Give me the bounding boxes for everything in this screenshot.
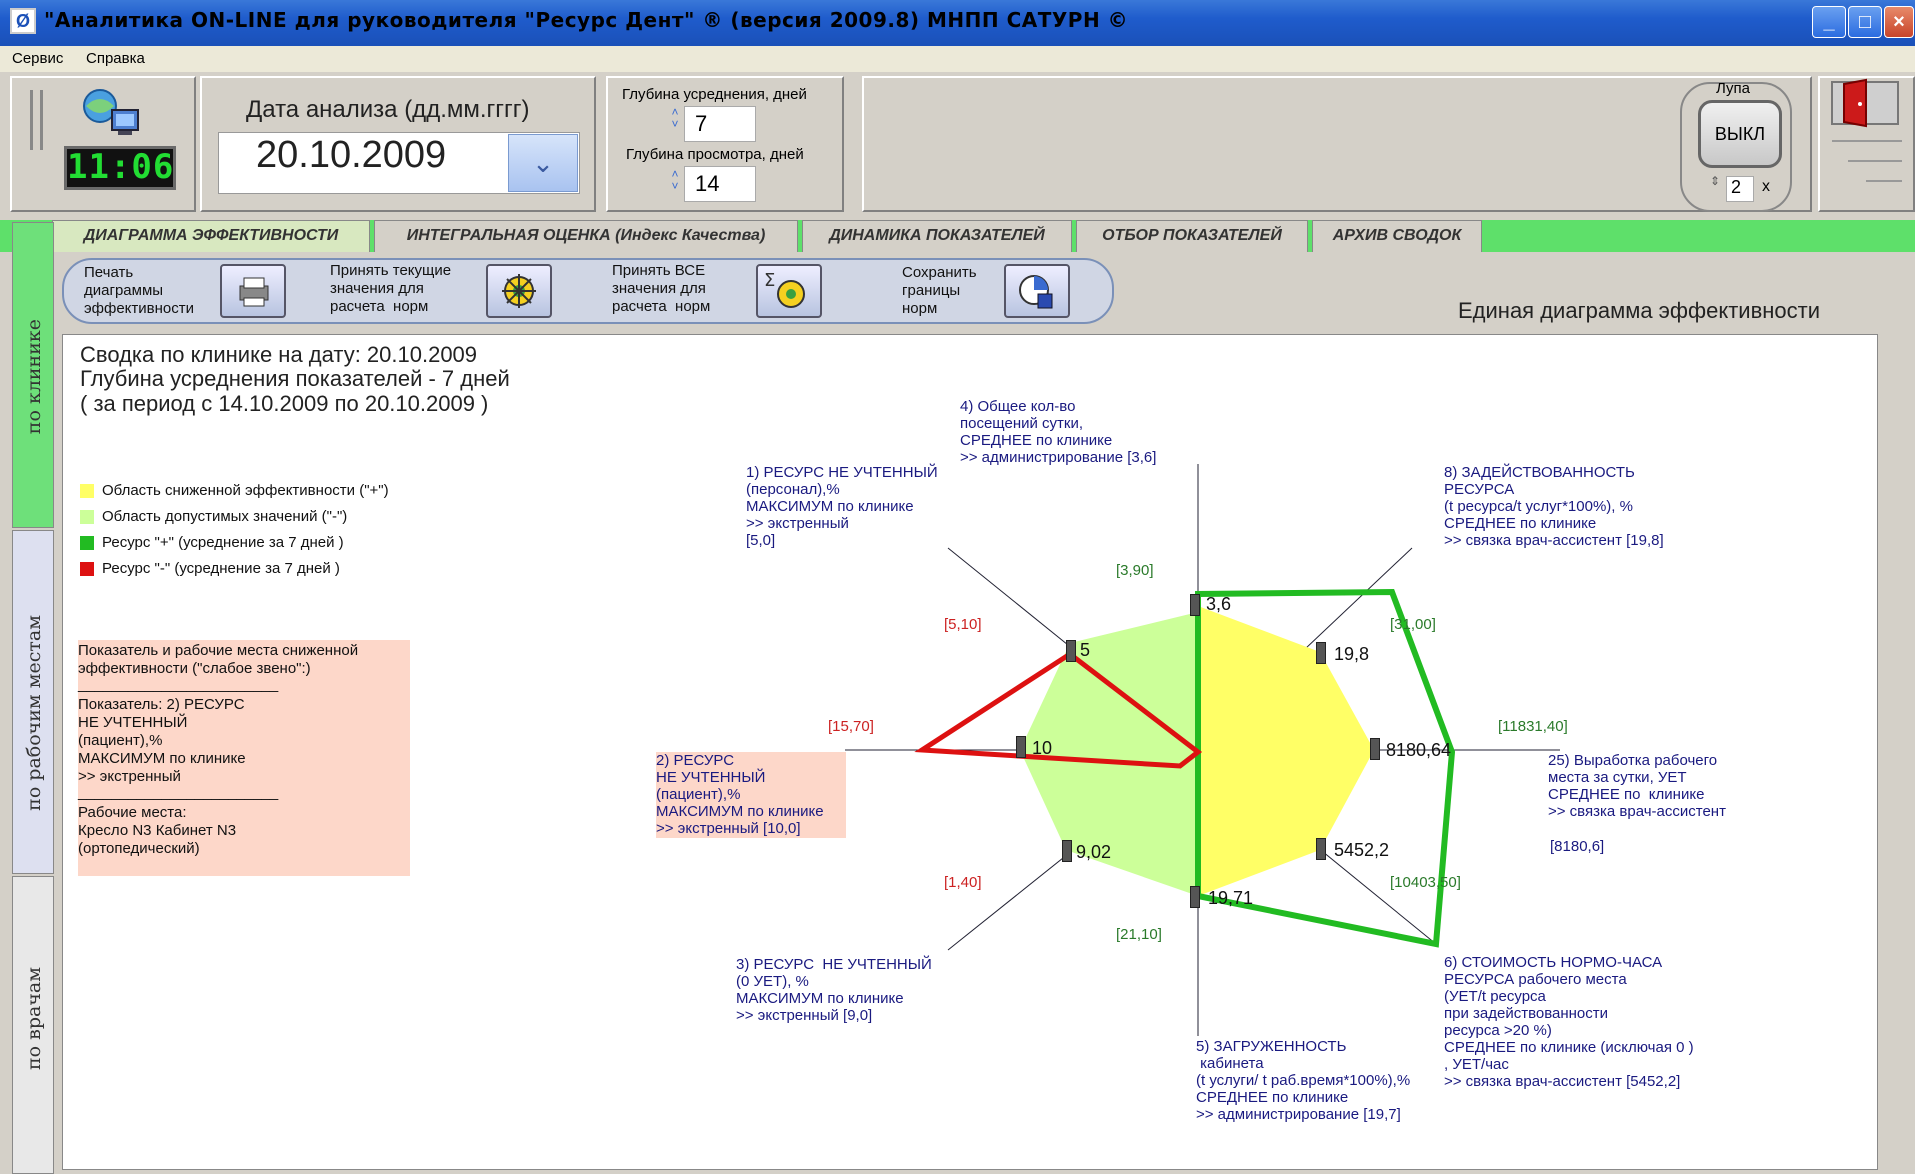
range-label: [10403,50] bbox=[1390, 874, 1461, 891]
value-label: 5452,2 bbox=[1334, 840, 1390, 860]
value-marker[interactable] bbox=[1316, 642, 1326, 664]
range-label: [3,90] bbox=[1116, 562, 1154, 579]
axis-annotation: 2) РЕСУРС НЕ УЧТЕННЫЙ (пациент),% МАКСИМ… bbox=[656, 752, 824, 837]
value-label: 19,71 bbox=[1208, 888, 1254, 908]
value-label: 5 bbox=[1080, 640, 1091, 660]
value-marker[interactable] bbox=[1370, 738, 1380, 760]
value-marker[interactable] bbox=[1066, 640, 1076, 662]
range-label: [21,10] bbox=[1116, 926, 1162, 943]
range-label: [11831,40] bbox=[1498, 718, 1568, 735]
value-label: 8180,64 bbox=[1386, 740, 1452, 760]
value-label: 9,02 bbox=[1076, 842, 1112, 862]
axis-annotation: 4) Общее кол-во посещений сутки, СРЕДНЕЕ… bbox=[960, 398, 1157, 466]
axis-annotation: 3) РЕСУРС НЕ УЧТЕННЫЙ (0 УЕТ), % МАКСИМУ… bbox=[736, 956, 932, 1024]
value-label: 19,8 bbox=[1334, 644, 1370, 664]
axis-annotation: 1) РЕСУРС НЕ УЧТЕННЫЙ (персонал),% МАКСИ… bbox=[746, 464, 938, 549]
value-marker[interactable] bbox=[1316, 838, 1326, 860]
value-label: 10 bbox=[1032, 738, 1053, 758]
value-marker[interactable] bbox=[1190, 886, 1200, 908]
range-label: [5,10] bbox=[944, 616, 982, 633]
axis-annotation: 8) ЗАДЕЙСТВОВАННОСТЬ РЕСУРСА (t ресурса/… bbox=[1444, 464, 1664, 549]
range-label: [15,70] bbox=[828, 718, 874, 735]
axis-annotation: 5) ЗАГРУЖЕННОСТЬ кабинета (t услуги/ t р… bbox=[1196, 1038, 1411, 1123]
value-marker[interactable] bbox=[1016, 736, 1026, 758]
axis-annotation-extra: [8180,6] bbox=[1550, 838, 1605, 855]
range-label: [31,00] bbox=[1390, 616, 1436, 633]
value-marker[interactable] bbox=[1190, 594, 1200, 616]
value-label: 3,6 bbox=[1206, 594, 1232, 614]
range-label: [1,40] bbox=[944, 874, 982, 891]
value-marker[interactable] bbox=[1062, 840, 1072, 862]
axis-annotation: 6) СТОИМОСТЬ НОРМО-ЧАСА РЕСУРСА рабочего… bbox=[1444, 954, 1694, 1090]
axis-annotation: 25) Выработка рабочего места за сутки, У… bbox=[1548, 752, 1726, 820]
